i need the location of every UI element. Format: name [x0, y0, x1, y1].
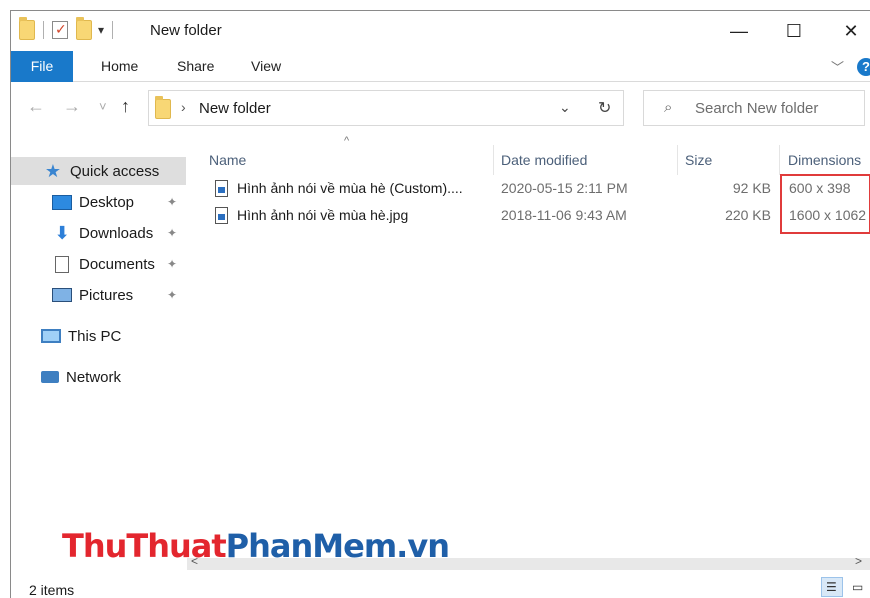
- pc-icon: [41, 329, 61, 343]
- close-button[interactable]: ✕: [839, 19, 863, 43]
- sidebar-item-label: This PC: [68, 327, 122, 345]
- new-folder-icon[interactable]: [76, 17, 92, 40]
- expand-ribbon-icon[interactable]: ﹀: [831, 57, 844, 76]
- documents-icon: [55, 255, 69, 273]
- title-bar: ▾ New folder — ☐ ✕: [11, 11, 870, 51]
- sidebar-item-label: Desktop: [79, 193, 135, 211]
- tab-file[interactable]: File: [11, 51, 73, 82]
- file-name: Hình ảnh nói về mùa hè (Custom)....: [237, 180, 463, 196]
- properties-icon[interactable]: [52, 21, 68, 39]
- window-title: New folder: [150, 22, 222, 39]
- desktop-icon: [52, 194, 72, 210]
- column-header-dimensions[interactable]: Dimensions: [788, 145, 861, 175]
- image-file-icon: [215, 180, 228, 197]
- back-icon[interactable]: ←: [27, 96, 45, 117]
- downloads-icon: ⬇: [54, 223, 70, 243]
- column-divider[interactable]: [779, 145, 780, 175]
- tab-home[interactable]: Home: [101, 51, 138, 82]
- file-date: 2018-11-06 9:43 AM: [501, 207, 627, 223]
- folder-icon: [155, 96, 171, 119]
- file-row[interactable]: Hình ảnh nói về mùa hè (Custom).... 2020…: [207, 176, 870, 202]
- up-icon[interactable]: ↑: [121, 96, 130, 117]
- sidebar-item-documents[interactable]: Documents ✦: [11, 250, 186, 278]
- navigation-pane: ★ Quick access Desktop ✦ ⬇ Downloads ✦ D…: [11, 151, 197, 571]
- search-placeholder: Search New folder: [695, 100, 819, 117]
- large-icons-view-icon: ▭: [852, 580, 864, 594]
- column-header-date-modified[interactable]: Date modified: [501, 145, 587, 175]
- tab-share[interactable]: Share: [177, 51, 214, 82]
- watermark-part1: ThuThuat: [62, 527, 227, 565]
- network-icon: [41, 371, 59, 383]
- address-dropdown-icon[interactable]: ⌄: [559, 99, 571, 116]
- sort-indicator-icon: ^: [344, 135, 350, 147]
- dimensions-highlight-box: [780, 174, 870, 234]
- pin-icon: ✦: [167, 226, 178, 240]
- sidebar-item-label: Downloads: [79, 224, 154, 242]
- sidebar-item-pictures[interactable]: Pictures ✦: [11, 281, 186, 309]
- minimize-button[interactable]: —: [727, 19, 751, 43]
- watermark-part2: PhanMem.vn: [225, 527, 450, 565]
- folder-icon: [19, 17, 35, 40]
- sidebar-item-label: Quick access: [70, 162, 160, 180]
- scroll-right-icon[interactable]: >: [855, 554, 862, 568]
- address-bar[interactable]: › New folder ⌄ ↻: [148, 90, 624, 126]
- image-file-icon: [215, 207, 228, 224]
- star-icon: ★: [44, 161, 62, 181]
- sidebar-item-network[interactable]: Network: [11, 363, 186, 391]
- breadcrumb-chevron-icon[interactable]: ›: [181, 99, 186, 115]
- file-size: 220 KB: [725, 207, 771, 223]
- sidebar-item-label: Network: [66, 368, 122, 386]
- pin-icon: ✦: [167, 288, 178, 302]
- toolbar-divider: [112, 21, 114, 39]
- column-divider[interactable]: [493, 145, 494, 175]
- file-name: Hình ảnh nói về mùa hè.jpg: [237, 207, 409, 223]
- column-header-name[interactable]: Name: [209, 145, 246, 175]
- recent-locations-icon[interactable]: ˅: [99, 99, 107, 114]
- details-view-icon: ☰: [826, 580, 837, 594]
- breadcrumb[interactable]: New folder: [199, 100, 271, 117]
- search-icon: ⌕: [664, 99, 673, 116]
- sidebar-item-quick-access[interactable]: ★ Quick access: [11, 157, 186, 185]
- refresh-icon[interactable]: ↻: [598, 98, 611, 118]
- toolbar-divider: [43, 21, 44, 39]
- search-input[interactable]: ⌕ Search New folder: [643, 90, 865, 126]
- explorer-window: ▾ New folder — ☐ ✕ File Home Share View …: [10, 10, 870, 598]
- sidebar-item-this-pc[interactable]: This PC: [11, 322, 186, 350]
- column-header-size[interactable]: Size: [685, 145, 712, 175]
- sidebar-item-label: Documents: [79, 255, 155, 273]
- sidebar-item-label: Pictures: [79, 286, 134, 304]
- watermark-logo: ThuThuatPhanMem.vn: [62, 527, 450, 565]
- column-divider[interactable]: [677, 145, 678, 175]
- pictures-icon: [52, 288, 72, 302]
- pin-icon: ✦: [167, 257, 178, 271]
- file-size: 92 KB: [732, 180, 771, 196]
- pin-icon: ✦: [167, 195, 178, 209]
- quick-access-toolbar: ▾: [19, 17, 121, 40]
- large-icons-view-button[interactable]: ▭: [847, 577, 869, 597]
- file-date: 2020-05-15 2:11 PM: [501, 180, 628, 196]
- help-icon[interactable]: ?: [857, 58, 870, 76]
- customize-toolbar-icon[interactable]: ▾: [98, 23, 104, 37]
- navigation-bar: ← → ˅ ↑ › New folder ⌄ ↻ ⌕ Search New fo…: [11, 82, 870, 130]
- file-row[interactable]: Hình ảnh nói về mùa hè.jpg 2018-11-06 9:…: [207, 203, 870, 229]
- details-view-button[interactable]: ☰: [821, 577, 843, 597]
- sidebar-item-downloads[interactable]: ⬇ Downloads ✦: [11, 219, 186, 247]
- maximize-button[interactable]: ☐: [782, 19, 806, 43]
- tab-view[interactable]: View: [251, 51, 281, 82]
- forward-icon[interactable]: →: [63, 96, 81, 117]
- status-item-count: 2 items: [29, 582, 75, 598]
- ribbon-tabs: File Home Share View ﹀ ?: [11, 51, 870, 82]
- sidebar-item-desktop[interactable]: Desktop ✦: [11, 188, 186, 216]
